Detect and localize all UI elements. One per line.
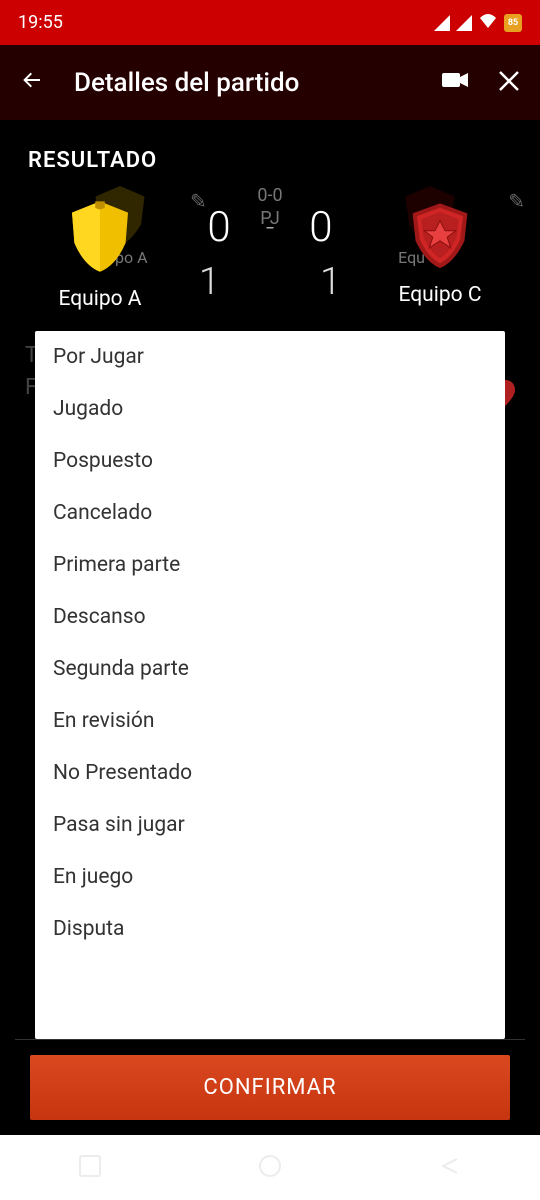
option-primera-parte[interactable]: Primera parte	[35, 539, 505, 591]
score-dash: -	[266, 210, 275, 245]
team-a-shield-icon	[60, 195, 140, 279]
nav-back-icon[interactable]	[439, 1155, 461, 1181]
status-time: 19:55	[18, 12, 63, 33]
status-options-list: Por Jugar Jugado Pospuesto Cancelado Pri…	[35, 331, 505, 1039]
option-jugado[interactable]: Jugado	[35, 383, 505, 435]
status-bar: 19:55 85	[0, 0, 540, 45]
option-disputa[interactable]: Disputa	[35, 903, 505, 955]
score-b: 0	[309, 203, 332, 252]
wifi-icon	[478, 12, 498, 33]
android-nav-bar	[0, 1135, 540, 1200]
option-pasa-sin-jugar[interactable]: Pasa sin jugar	[35, 799, 505, 851]
sub-score-a: 1	[199, 260, 220, 304]
status-icons: 85	[434, 12, 522, 33]
score-a: 0	[207, 203, 230, 252]
camera-icon[interactable]	[442, 70, 468, 95]
score-row: Equipo A 0 - 0 1 1	[0, 185, 540, 311]
team-a-name: Equipo A	[58, 287, 141, 311]
page-title: Detalles del partido	[74, 68, 442, 98]
back-arrow-icon[interactable]	[20, 66, 44, 99]
team-c-shield-icon	[404, 199, 476, 275]
option-pospuesto[interactable]: Pospuesto	[35, 435, 505, 487]
result-modal: RESULTADO Equipo A 0 - 0	[0, 128, 540, 1135]
score-center: 0 - 0 1 1	[199, 203, 341, 304]
confirm-button[interactable]: CONFIRMAR	[30, 1055, 510, 1120]
nav-home-icon[interactable]	[259, 1155, 281, 1181]
sub-score-b: 1	[320, 260, 341, 304]
option-en-juego[interactable]: En juego	[35, 851, 505, 903]
option-por-jugar[interactable]: Por Jugar	[35, 331, 505, 383]
close-icon[interactable]	[498, 66, 520, 99]
option-descanso[interactable]: Descanso	[35, 591, 505, 643]
option-segunda-parte[interactable]: Segunda parte	[35, 643, 505, 695]
option-en-revision[interactable]: En revisión	[35, 695, 505, 747]
modal-title: RESULTADO	[0, 128, 540, 185]
signal-icon-2	[456, 15, 472, 31]
battery-icon: 85	[504, 14, 522, 32]
modal-footer: CONFIRMAR	[15, 1039, 525, 1135]
nav-recent-icon[interactable]	[79, 1155, 101, 1181]
team-a-column: Equipo A	[35, 195, 165, 311]
option-no-presentado[interactable]: No Presentado	[35, 747, 505, 799]
app-header: Detalles del partido	[0, 45, 540, 120]
team-c-name: Equipo C	[398, 283, 481, 307]
option-cancelado[interactable]: Cancelado	[35, 487, 505, 539]
team-c-column: Equipo C	[375, 199, 505, 307]
signal-icon	[434, 15, 450, 31]
